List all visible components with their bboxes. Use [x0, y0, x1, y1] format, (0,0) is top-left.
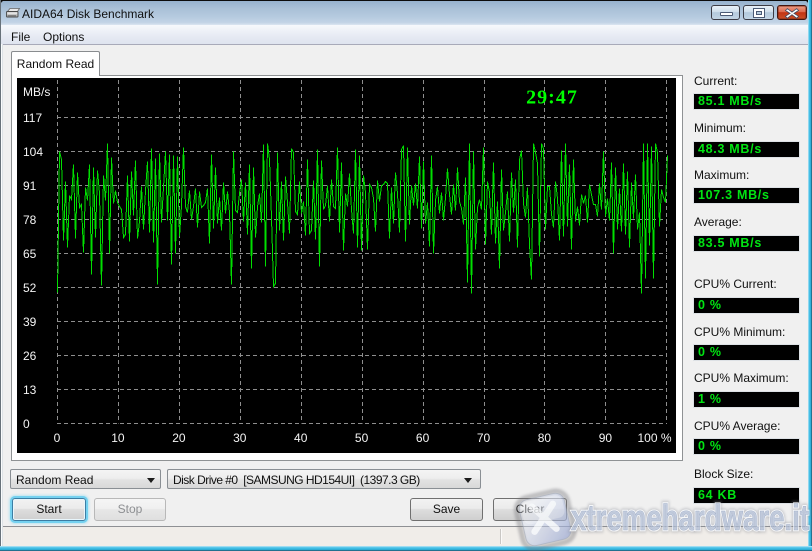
- svg-text:MB/s: MB/s: [23, 85, 50, 99]
- svg-text:0: 0: [54, 431, 61, 445]
- svg-text:52: 52: [23, 281, 37, 295]
- svg-text:0: 0: [23, 417, 30, 431]
- svg-text:40: 40: [294, 431, 308, 445]
- svg-text:13: 13: [23, 383, 37, 397]
- svg-text:80: 80: [538, 431, 552, 445]
- svg-text:39: 39: [23, 315, 37, 329]
- svg-text:90: 90: [599, 431, 613, 445]
- svg-text:50: 50: [355, 431, 369, 445]
- svg-text:100 %: 100 %: [637, 431, 671, 445]
- svg-text:65: 65: [23, 247, 37, 261]
- svg-text:91: 91: [23, 179, 37, 193]
- svg-text:26: 26: [23, 349, 37, 363]
- svg-text:29:47: 29:47: [526, 87, 578, 109]
- svg-text:78: 78: [23, 213, 37, 227]
- svg-text:60: 60: [416, 431, 430, 445]
- svg-text:xtremehardware.it: xtremehardware.it: [571, 497, 809, 538]
- svg-text:117: 117: [23, 111, 42, 125]
- svg-text:70: 70: [477, 431, 491, 445]
- svg-text:30: 30: [233, 431, 247, 445]
- svg-text:20: 20: [172, 431, 186, 445]
- svg-text:10: 10: [111, 431, 125, 445]
- svg-text:104: 104: [23, 145, 43, 159]
